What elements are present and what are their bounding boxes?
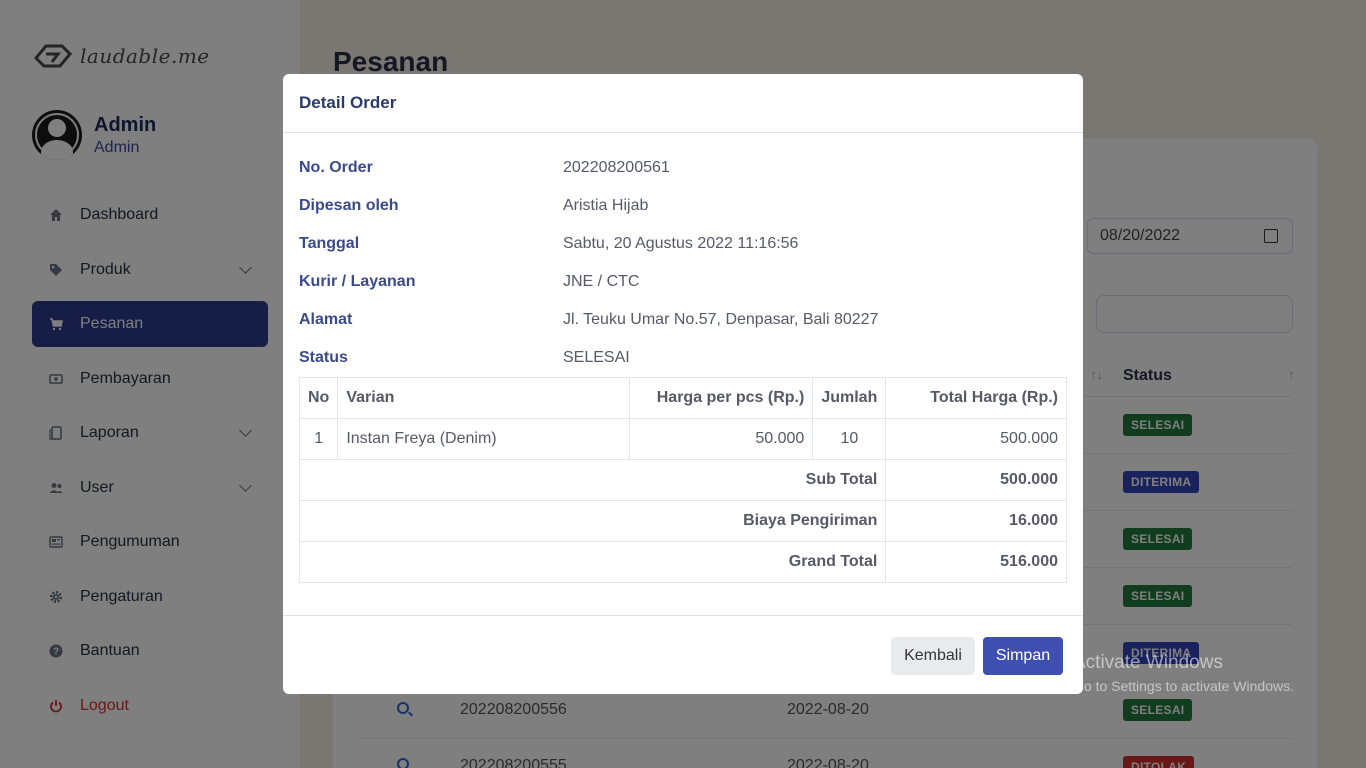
info-label: Kurir / Layanan [299,273,416,290]
subtotal-value: 500.000 [885,459,1067,501]
table-header-row: No Varian Harga per pcs (Rp.) Jumlah Tot… [298,377,1067,419]
info-row-address: Alamat Jl. Teuku Umar No.57, Denpasar, B… [299,311,878,333]
info-row-ordered-by: Dipesan oleh Aristia Hijab [299,197,648,219]
subtotal-label: Sub Total [298,459,887,501]
info-row-status: Status SELESAI [299,349,630,371]
modal-title: Detail Order [299,93,397,112]
grand-total-value: 516.000 [885,541,1067,583]
info-label: No. Order [299,159,373,176]
info-label: Status [299,349,348,366]
info-label: Tanggal [299,235,360,252]
order-items-table: No Varian Harga per pcs (Rp.) Jumlah Tot… [298,377,1067,583]
table-row: 1 Instan Freya (Denim) 50.000 10 500.000 [298,418,1067,460]
info-value: Jl. Teuku Umar No.57, Denpasar, Bali 802… [563,311,879,328]
cell-total: 500.000 [885,418,1067,460]
column-header-price: Harga per pcs (Rp.) [629,377,814,419]
watermark-title: Activate Windows [1073,652,1223,673]
column-header-quantity: Jumlah [812,377,887,419]
modal-footer: Kembali Simpan [283,615,1083,694]
info-label: Dipesan oleh [299,197,399,214]
shipping-label: Biaya Pengiriman [298,500,887,542]
cell-quantity: 10 [812,418,887,460]
column-header-no: No [298,377,339,419]
back-button[interactable]: Kembali [891,637,975,675]
shipping-row: Biaya Pengiriman 16.000 [298,500,1067,542]
windows-activation-watermark: Activate Windows Go to Settings to activ… [1073,652,1294,694]
info-row-courier: Kurir / Layanan JNE / CTC [299,273,639,295]
cell-no: 1 [298,418,339,460]
column-header-varian: Varian [337,377,631,419]
save-button[interactable]: Simpan [983,637,1063,675]
info-row-order-number: No. Order 202208200561 [299,159,670,181]
modal-header: Detail Order [283,74,1083,133]
grand-total-label: Grand Total [298,541,887,583]
info-row-date: Tanggal Sabtu, 20 Agustus 2022 11:16:56 [299,235,798,257]
grand-total-row: Grand Total 516.000 [298,541,1067,583]
cell-varian: Instan Freya (Denim) [337,418,631,460]
info-value: SELESAI [563,349,630,366]
cell-price: 50.000 [629,418,814,460]
info-value: 202208200561 [563,159,670,176]
watermark-subtitle: Go to Settings to activate Windows. [1073,678,1294,694]
info-label: Alamat [299,311,353,328]
info-value: Sabtu, 20 Agustus 2022 11:16:56 [563,235,799,252]
modal-body: No. Order 202208200561 Dipesan oleh Aris… [283,133,1083,615]
subtotal-row: Sub Total 500.000 [298,459,1067,501]
info-value: Aristia Hijab [563,197,649,214]
column-header-total: Total Harga (Rp.) [885,377,1067,419]
order-detail-modal: Detail Order No. Order 202208200561 Dipe… [283,74,1083,694]
info-value: JNE / CTC [563,273,640,290]
shipping-value: 16.000 [885,500,1067,542]
